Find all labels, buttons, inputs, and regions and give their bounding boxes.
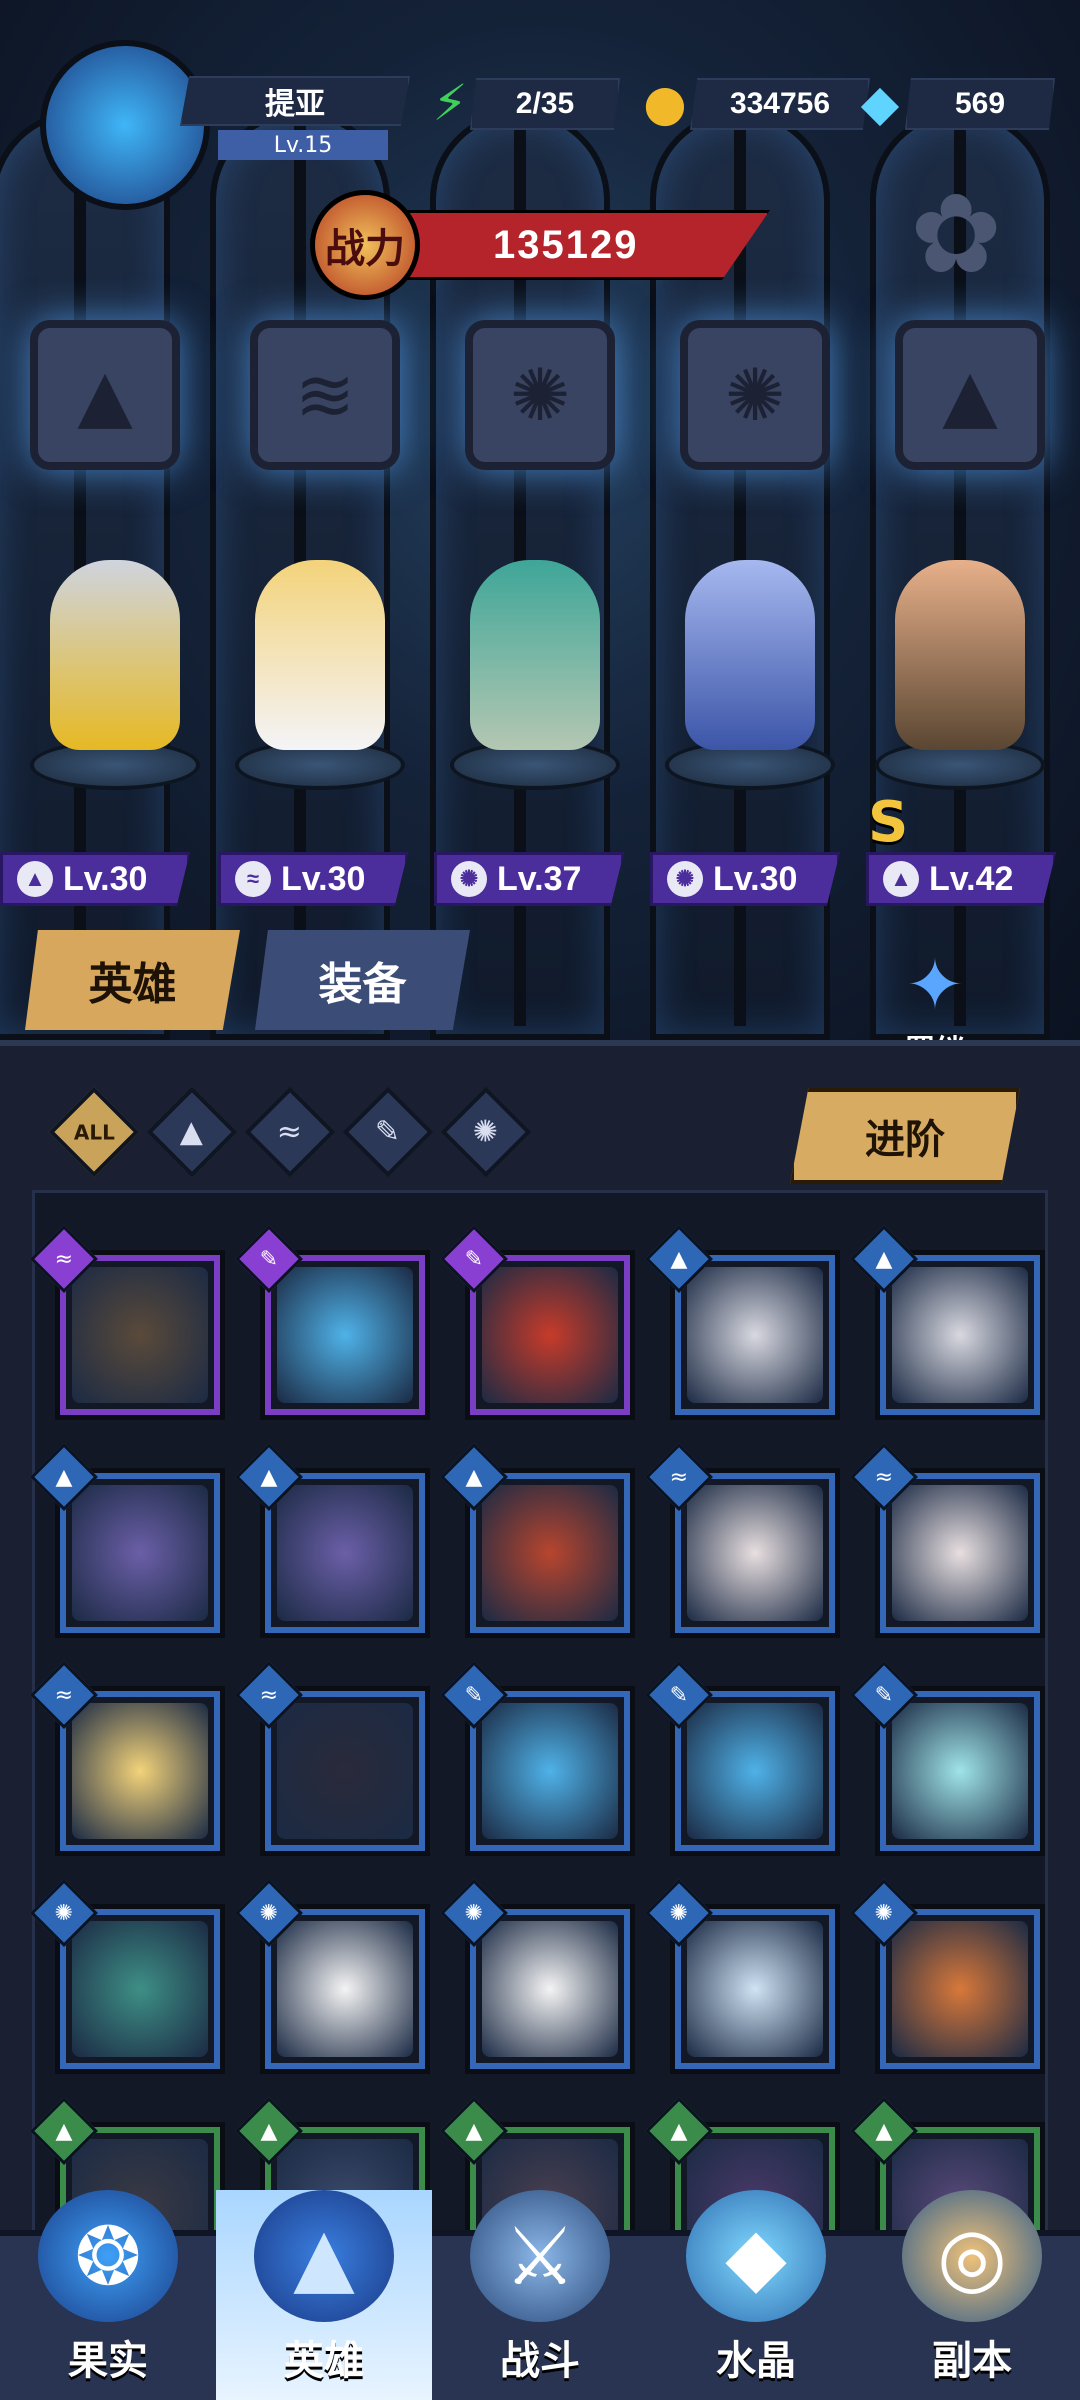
hero-portrait	[482, 1921, 618, 2057]
hero-portrait	[482, 1267, 618, 1403]
hero-portrait	[72, 1921, 208, 2057]
sword-icon: ⚔	[470, 2190, 610, 2322]
bond-icon: ✦	[905, 944, 965, 1026]
hero-card[interactable]: ▲	[645, 1225, 840, 1420]
hero-card[interactable]: ✺	[850, 1879, 1045, 2074]
hero-portrait	[72, 1703, 208, 1839]
top-bar: 提亚 Lv.15 ⚡ 2/35 ● 334756 ◆ 569	[0, 40, 1080, 210]
hero-portrait	[72, 1485, 208, 1621]
hero-portrait	[277, 1703, 413, 1839]
nav-dungeon[interactable]: ◎ 副本	[864, 2190, 1080, 2400]
portal-icon: ◎	[902, 2190, 1042, 2322]
warrior-icon: ▲	[17, 861, 53, 897]
hero-card[interactable]: ✎	[440, 1225, 635, 1420]
lineup-level-tag: ▲ Lv.30	[0, 852, 190, 906]
wrench-icon: ✎	[375, 1114, 401, 1150]
hero-portrait	[892, 1921, 1028, 2057]
hero-portrait	[277, 1485, 413, 1621]
hero-card[interactable]: ≈	[235, 1661, 430, 1856]
rank-badge: S	[868, 790, 909, 855]
gem-icon[interactable]: ◆	[845, 68, 915, 138]
warrior-emblem-icon: ▲	[895, 320, 1045, 470]
lineup-level-tag: ✺ Lv.37	[434, 852, 624, 906]
tab-heroes[interactable]: 英雄	[25, 930, 240, 1030]
energy-value: 2/35	[470, 78, 620, 130]
combat-power-label: 战力	[310, 190, 420, 300]
fruit-icon: ❂	[38, 2190, 178, 2322]
gold-value: 334756	[690, 78, 870, 130]
lineup-hero-wolf[interactable]	[665, 560, 835, 790]
combat-power-banner: 135129 战力	[310, 190, 770, 300]
warrior-icon: ▲	[883, 861, 919, 897]
hero-card[interactable]: ≈	[30, 1225, 225, 1420]
hero-portrait	[687, 1703, 823, 1839]
hero-portrait	[482, 1485, 618, 1621]
beast-emblem-icon: ✺	[680, 320, 830, 470]
beast-icon: ✺	[473, 1114, 499, 1150]
nav-crystal[interactable]: ◆ 水晶	[648, 2190, 864, 2400]
hero-portrait	[277, 1267, 413, 1403]
hero-portrait	[892, 1267, 1028, 1403]
hero-hat-icon: ▲	[254, 2190, 394, 2322]
hero-portrait	[892, 1703, 1028, 1839]
wing-icon: ≈	[277, 1114, 303, 1150]
hero-portrait	[482, 1703, 618, 1839]
lineup-hero-brute[interactable]	[875, 560, 1045, 790]
beast-icon: ✺	[667, 861, 703, 897]
beast-emblem-icon: ✺	[465, 320, 615, 470]
player-level: Lv.15	[218, 130, 388, 160]
hero-card[interactable]: ▲	[850, 1225, 1045, 1420]
hero-card[interactable]: ✎	[645, 1661, 840, 1856]
hero-portrait	[687, 1485, 823, 1621]
lineup-hero-medusa[interactable]	[450, 560, 620, 790]
hero-card[interactable]: ▲	[235, 1443, 430, 1638]
warrior-emblem-icon: ▲	[30, 320, 180, 470]
hero-card[interactable]: ≈	[645, 1443, 840, 1638]
flower-icon: ✿	[910, 170, 1003, 298]
hero-card[interactable]: ✺	[440, 1879, 635, 2074]
crystal-icon: ◆	[686, 2190, 826, 2322]
nav-heroes[interactable]: ▲ 英雄	[216, 2190, 432, 2400]
hero-card[interactable]: ✺	[235, 1879, 430, 2074]
combat-power-value: 135129	[370, 210, 770, 280]
hero-card[interactable]: ✎	[235, 1225, 430, 1420]
hero-portrait	[892, 1485, 1028, 1621]
hero-card[interactable]: ≈	[30, 1661, 225, 1856]
wing-icon: ≈	[235, 861, 271, 897]
hero-card[interactable]: ✎	[440, 1661, 635, 1856]
hero-card[interactable]: ▲	[30, 1443, 225, 1638]
hero-portrait	[687, 1267, 823, 1403]
lineup-level-tag: ≈ Lv.30	[218, 852, 408, 906]
beast-icon: ✺	[451, 861, 487, 897]
hero-card[interactable]: ✺	[30, 1879, 225, 2074]
lineup-level-tag: ✺ Lv.30	[650, 852, 840, 906]
gold-coin-icon[interactable]: ●	[630, 68, 700, 138]
advance-button[interactable]: 进阶	[790, 1088, 1020, 1184]
hero-portrait	[277, 1921, 413, 2057]
hero-portrait	[687, 1921, 823, 2057]
nav-battle[interactable]: ⚔ 战斗	[432, 2190, 648, 2400]
nav-fruit[interactable]: ❂ 果实	[0, 2190, 216, 2400]
lineup-hero-angel[interactable]	[235, 560, 405, 790]
gem-value: 569	[905, 78, 1055, 130]
hero-portrait	[72, 1267, 208, 1403]
warrior-icon: ▲	[180, 1114, 204, 1150]
player-name: 提亚	[180, 76, 410, 126]
lineup-level-tag: ▲ Lv.42	[866, 852, 1056, 906]
tab-equipment[interactable]: 装备	[255, 930, 470, 1030]
wing-emblem-icon: ≋	[250, 320, 400, 470]
hero-card[interactable]: ▲	[440, 1443, 635, 1638]
hero-card[interactable]: ✎	[850, 1661, 1045, 1856]
hero-card[interactable]: ✺	[645, 1879, 840, 2074]
lineup-hero-knight[interactable]	[30, 560, 200, 790]
hero-card[interactable]: ≈	[850, 1443, 1045, 1638]
